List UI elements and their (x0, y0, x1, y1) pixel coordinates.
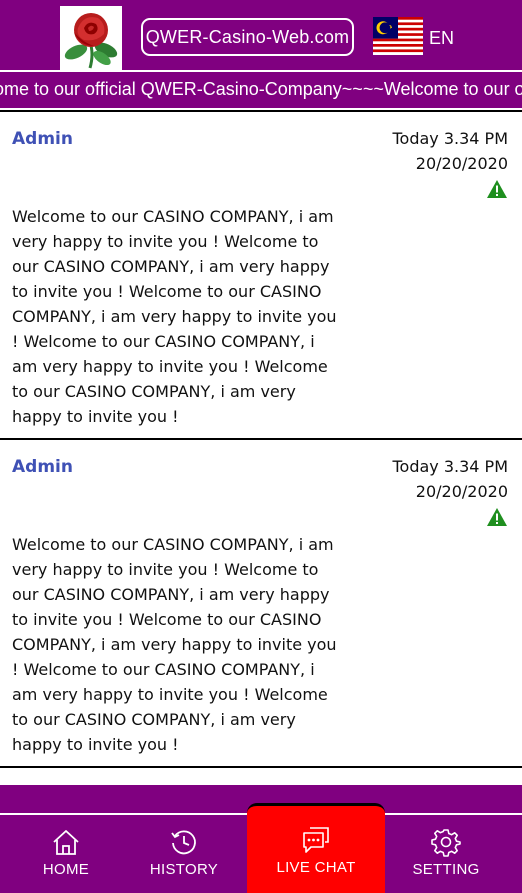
message-body: Welcome to our CASINO COMPANY, i am very… (12, 535, 337, 754)
home-icon (53, 830, 79, 855)
history-icon (171, 830, 196, 855)
nav-history[interactable]: HISTORY (124, 815, 244, 893)
warning-triangle-icon (487, 180, 507, 198)
message-time: Today 3.34 PM (392, 457, 508, 476)
nav-live-chat-label: LIVE CHAT (276, 859, 356, 876)
message-author: Admin (12, 129, 73, 149)
site-title-button[interactable]: QWER-Casino-Web.com (141, 18, 354, 56)
message-list[interactable]: Admin Today 3.34 PM 20/20/2020 Welcome t… (0, 108, 522, 785)
rose-icon (60, 6, 122, 70)
message-item[interactable]: Admin Today 3.34 PM 20/20/2020 Welcome t… (0, 438, 522, 768)
message-author: Admin (12, 457, 73, 477)
malaysia-flag-icon[interactable] (373, 17, 423, 55)
message-date: 20/20/2020 (415, 482, 508, 501)
nav-home[interactable]: HOME (6, 815, 126, 893)
announcement-marquee: ome to our official QWER-Casino-Company~… (0, 70, 522, 108)
gear-icon (431, 829, 461, 857)
message-body: Welcome to our CASINO COMPANY, i am very… (12, 207, 337, 426)
warning-triangle-icon (487, 508, 507, 526)
nav-setting-label: SETTING (412, 861, 480, 878)
message-date: 20/20/2020 (415, 154, 508, 173)
marquee-text: ome to our official QWER-Casino-Company~… (0, 79, 522, 99)
nav-setting[interactable]: SETTING (386, 815, 506, 893)
nav-live-chat[interactable]: LIVE CHAT (247, 803, 385, 893)
message-divider (0, 766, 522, 785)
nav-history-label: HISTORY (149, 861, 219, 878)
message-item[interactable]: Admin Today 3.34 PM 20/20/2020 Welcome t… (0, 110, 522, 440)
nav-home-label: HOME (42, 861, 90, 878)
site-title-text: QWER-Casino-Web.com (145, 26, 350, 47)
rose-logo[interactable] (60, 6, 122, 70)
app-header: QWER-Casino-Web.com EN (0, 0, 522, 70)
chat-icon (303, 827, 329, 853)
message-time: Today 3.34 PM (392, 129, 508, 148)
language-code[interactable]: EN (429, 28, 454, 49)
